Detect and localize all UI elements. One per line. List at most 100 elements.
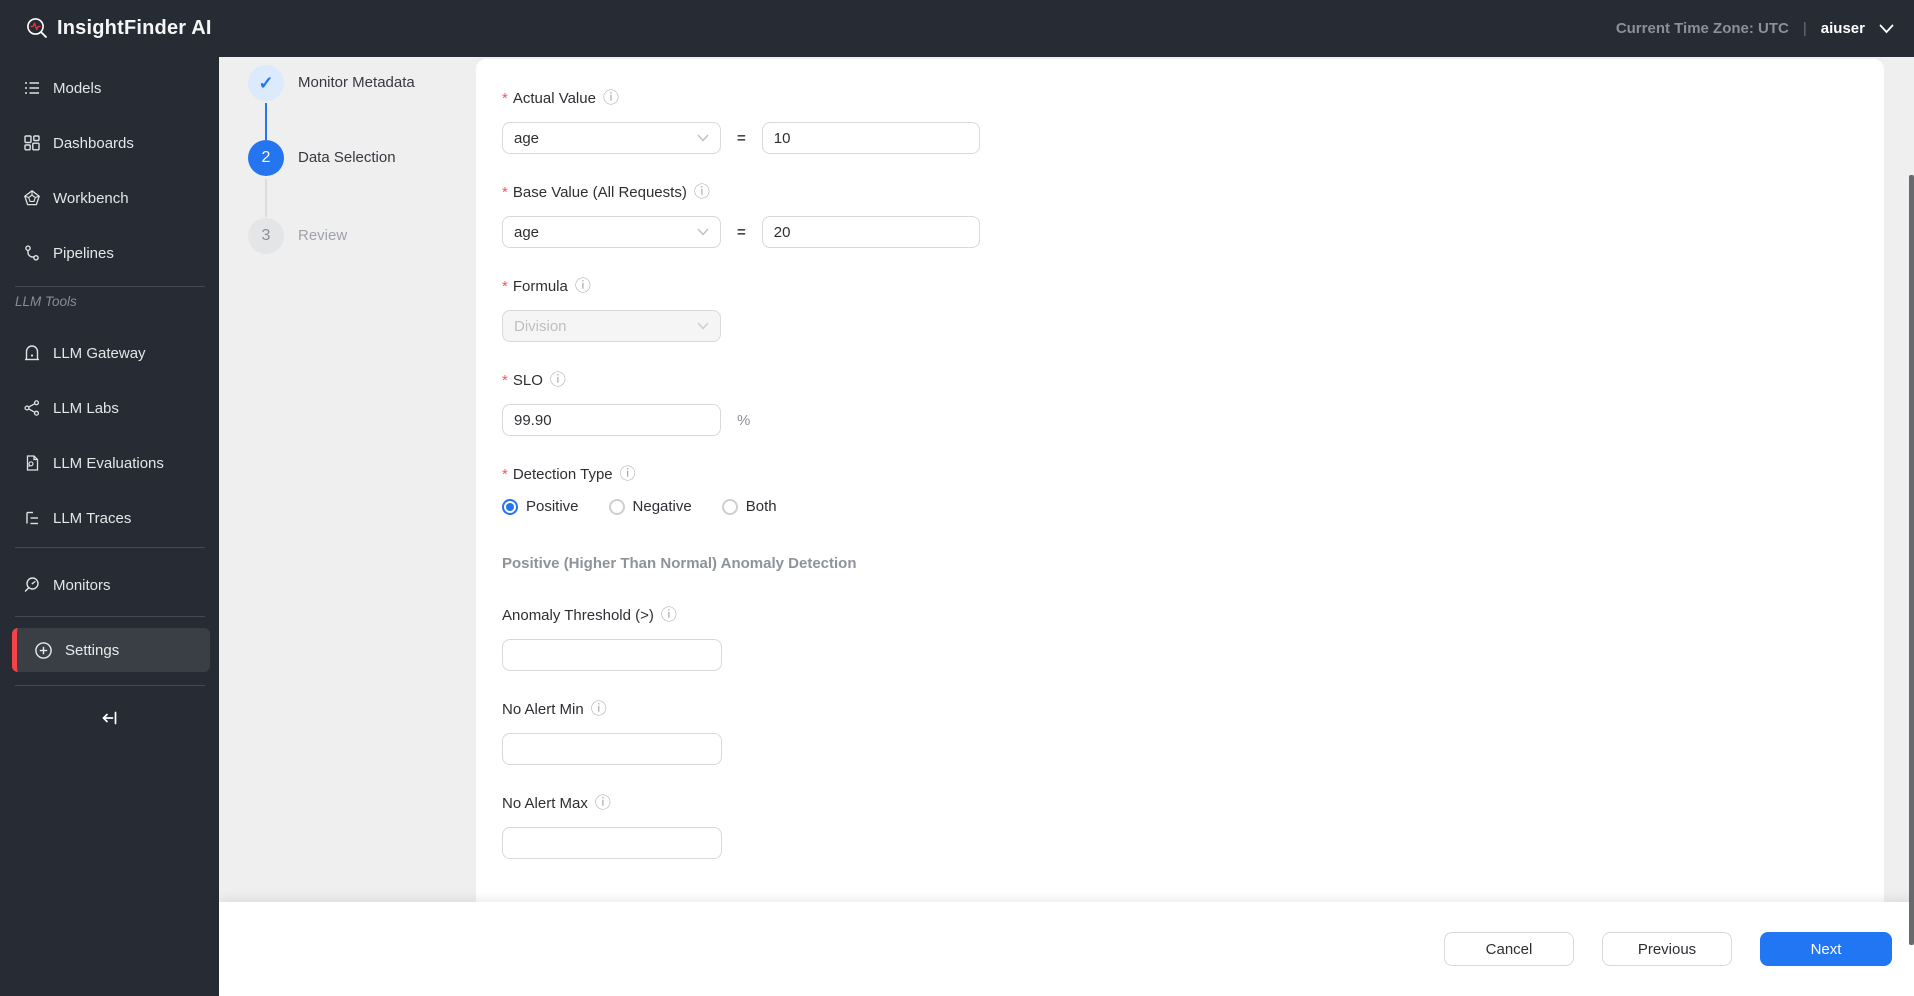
info-icon[interactable]: ⓘ [595, 795, 611, 812]
required-asterisk: * [502, 278, 508, 295]
no-alert-min-input[interactable] [502, 733, 722, 765]
radio-circle [721, 498, 738, 515]
radio-both[interactable]: Both [721, 498, 777, 515]
actual-value-label: * Actual Value ⓘ [502, 89, 619, 107]
anomaly-threshold-input[interactable] [502, 639, 722, 671]
base-value-select-value: age [514, 223, 540, 241]
step-3-label[interactable]: Review [298, 227, 347, 244]
list-icon [25, 82, 39, 94]
form-item-formula: * Formula ⓘ Division [502, 278, 1884, 342]
previous-button[interactable]: Previous [1602, 932, 1732, 966]
sidebar-item-llm-evaluations[interactable]: LLM Evaluations [0, 443, 219, 483]
sidebar-section-label: LLM Tools [15, 294, 77, 309]
sidebar-divider [15, 547, 205, 548]
branch-icon [25, 245, 39, 261]
no-alert-max-input[interactable] [502, 827, 722, 859]
actual-value-select-value: age [514, 129, 540, 147]
sidebar-item-label: Dashboards [53, 134, 134, 152]
pentagon-icon [24, 189, 40, 206]
step-1-indicator[interactable]: ✓ [248, 65, 284, 101]
form-item-slo: * SLO ⓘ % [502, 372, 1884, 436]
required-asterisk: * [502, 372, 508, 389]
sidebar-item-dashboards[interactable]: Dashboards [0, 123, 219, 163]
required-asterisk: * [502, 466, 508, 483]
sidebar-item-pipelines[interactable]: Pipelines [0, 233, 219, 273]
positive-anomaly-section-heading: Positive (Higher Than Normal) Anomaly De… [502, 555, 857, 572]
doc-search-icon [26, 455, 39, 471]
page-scrollbar[interactable] [1909, 175, 1914, 945]
logo[interactable]: InsightFinder AI [26, 17, 212, 40]
chevron-down-icon[interactable] [1879, 24, 1894, 34]
gateway-icon [25, 345, 39, 361]
required-asterisk: * [502, 90, 508, 107]
share-icon [24, 400, 40, 416]
data-selection-form: * Actual Value ⓘ age = * Base Value (All… [476, 59, 1884, 902]
actual-value-select[interactable]: age [502, 122, 721, 154]
sidebar-collapse-button[interactable] [0, 702, 219, 734]
grid-icon [24, 135, 40, 151]
formula-select-value: Division [514, 317, 567, 335]
info-icon[interactable]: ⓘ [550, 372, 566, 389]
formula-select: Division [502, 310, 721, 342]
sidebar-item-label: LLM Evaluations [53, 454, 164, 472]
step-1-label[interactable]: Monitor Metadata [298, 74, 415, 91]
chevron-down-icon [697, 322, 709, 330]
detection-type-radio-group: Positive Negative Both [502, 498, 1884, 515]
anomaly-threshold-label: Anomaly Threshold (>) ⓘ [502, 606, 677, 624]
sidebar-item-workbench[interactable]: Workbench [0, 178, 219, 218]
collapse-arrow-icon [102, 711, 116, 725]
radio-positive[interactable]: Positive [502, 498, 579, 515]
step-2-indicator[interactable]: 2 [248, 140, 284, 176]
sidebar-item-models[interactable]: Models [0, 68, 219, 108]
info-icon[interactable]: ⓘ [661, 607, 677, 624]
username-menu[interactable]: aiuser [1821, 20, 1865, 37]
info-icon[interactable]: ⓘ [575, 278, 591, 295]
header-right: Current Time Zone: UTC | aiuser [1616, 20, 1894, 37]
step-connector [265, 179, 267, 217]
sidebar-item-llm-gateway[interactable]: LLM Gateway [0, 333, 219, 373]
app-header: InsightFinder AI Current Time Zone: UTC … [0, 0, 1914, 57]
sidebar-item-label: LLM Labs [53, 399, 119, 417]
check-icon: ✓ [258, 72, 274, 93]
timezone-label: Current Time Zone: UTC [1615, 20, 1789, 37]
step-connector [265, 103, 267, 140]
form-item-base-value: * Base Value (All Requests) ⓘ age = [502, 184, 1884, 248]
actual-value-input[interactable] [761, 122, 980, 154]
form-item-anomaly-threshold: Anomaly Threshold (>) ⓘ [502, 607, 1884, 671]
form-item-no-alert-min: No Alert Min ⓘ [502, 701, 1884, 765]
step-3-indicator[interactable]: 3 [248, 218, 284, 254]
base-value-input[interactable] [761, 216, 980, 248]
sidebar-divider [15, 616, 205, 617]
step-2-label[interactable]: Data Selection [298, 149, 396, 166]
chevron-down-icon [697, 228, 709, 236]
monitor-search-icon [24, 577, 39, 592]
next-button[interactable]: Next [1760, 932, 1892, 966]
form-item-detection-type: * Detection Type ⓘ Positive Negative Bot… [502, 466, 1884, 515]
sidebar-item-label: Monitors [53, 576, 111, 594]
info-icon[interactable]: ⓘ [603, 90, 619, 107]
plus-circle-icon [35, 641, 52, 659]
equals-sign: = [737, 223, 746, 241]
sidebar-item-llm-traces[interactable]: LLM Traces [0, 498, 219, 538]
form-item-no-alert-max: No Alert Max ⓘ [502, 795, 1884, 859]
sidebar-item-label: LLM Traces [53, 509, 132, 527]
base-value-select[interactable]: age [502, 216, 721, 248]
info-icon[interactable]: ⓘ [591, 701, 607, 718]
sidebar: Models Dashboards Workbench Pipelines LL… [0, 57, 219, 996]
info-icon[interactable]: ⓘ [620, 466, 636, 483]
info-icon[interactable]: ⓘ [694, 184, 710, 201]
radio-circle [608, 498, 625, 515]
sidebar-item-llm-labs[interactable]: LLM Labs [0, 388, 219, 428]
sidebar-item-monitors[interactable]: Monitors [0, 565, 219, 605]
trace-list-icon [26, 511, 38, 525]
formula-label: * Formula ⓘ [502, 277, 591, 295]
base-value-label: * Base Value (All Requests) ⓘ [502, 183, 710, 201]
cancel-button[interactable]: Cancel [1444, 932, 1574, 966]
logo-text: InsightFinder AI [57, 17, 212, 39]
sidebar-item-settings[interactable]: Settings [12, 628, 210, 672]
step-2-number: 2 [261, 149, 271, 166]
slo-input[interactable] [502, 404, 721, 436]
radio-negative[interactable]: Negative [608, 498, 692, 515]
step-3-number: 3 [261, 227, 271, 244]
form-item-actual-value: * Actual Value ⓘ age = [502, 90, 1884, 154]
